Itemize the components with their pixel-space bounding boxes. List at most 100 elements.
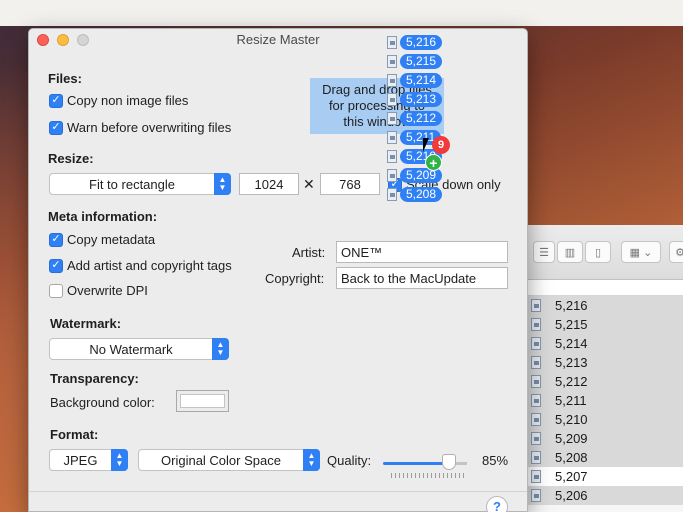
add-artist-label: Add artist and copyright tags — [67, 258, 232, 273]
chevron-updown-icon: ▲ ▼ — [214, 173, 231, 195]
image-file-icon — [387, 111, 397, 125]
quality-slider-knob[interactable] — [442, 454, 456, 470]
copy-non-image-checkbox[interactable]: ✓ Copy non image files — [49, 93, 188, 108]
group-by-icon[interactable]: ▦ ⌄ — [621, 241, 661, 263]
watermark-value: No Watermark — [89, 341, 173, 357]
image-file-icon — [387, 168, 397, 182]
image-file-icon — [531, 394, 541, 407]
warn-overwrite-checkbox[interactable]: ✓ Warn before overwriting files — [49, 120, 231, 135]
finder-row-name: 5,209 — [555, 431, 588, 446]
finder-row[interactable]: 5,214 — [521, 334, 683, 353]
finder-row[interactable]: 5,208 — [521, 448, 683, 467]
artist-field[interactable]: ONE™ — [336, 241, 508, 263]
dragged-file: 5,215 — [387, 53, 443, 69]
image-file-icon — [387, 73, 397, 87]
format-heading: Format: — [50, 427, 99, 442]
image-file-icon — [531, 432, 541, 445]
artist-label: Artist: — [292, 245, 326, 260]
finder-column-header — [521, 280, 683, 296]
dragged-file: 5,208 — [387, 186, 443, 202]
copy-non-image-label: Copy non image files — [67, 93, 189, 108]
image-file-icon — [531, 413, 541, 426]
finder-row-name: 5,215 — [555, 317, 588, 332]
image-file-icon — [531, 318, 541, 331]
image-file-icon — [531, 299, 541, 312]
help-button[interactable]: ? — [486, 496, 508, 512]
drag-count-badge: 9 — [432, 136, 450, 154]
footer-divider — [29, 491, 527, 492]
finder-row-name: 5,212 — [555, 374, 588, 389]
finder-row[interactable]: 5,216 — [521, 296, 683, 315]
copy-metadata-checkbox[interactable]: ✓ Copy metadata — [49, 232, 155, 247]
title-bar[interactable]: Resize Master — [29, 29, 527, 51]
desktop-top-area — [0, 0, 683, 26]
finder-row-name: 5,206 — [555, 488, 588, 503]
dragged-file-name: 5,208 — [400, 186, 443, 202]
finder-row[interactable]: 5,206 — [521, 486, 683, 505]
checkmark-icon: ✓ — [49, 120, 63, 135]
meta-heading: Meta information: — [48, 209, 158, 224]
finder-window: ☰ ▥ ▯ ▦ ⌄ ⚙ 5,216 5,215 5,214 5,213 5,212 5,2… — [520, 225, 683, 512]
zoom-button[interactable] — [77, 34, 89, 46]
image-file-icon — [531, 375, 541, 388]
image-file-icon — [387, 130, 397, 144]
chevron-updown-icon: ▲ ▼ — [212, 338, 229, 360]
chevron-updown-icon: ▲ ▼ — [111, 449, 128, 471]
image-file-icon — [387, 92, 397, 106]
image-file-icon — [387, 54, 397, 68]
color-space-popup[interactable]: Original Color Space ▲ ▼ — [138, 449, 320, 471]
copyright-field[interactable]: Back to the MacUpdate — [336, 267, 508, 289]
width-field[interactable]: 1024 — [239, 173, 299, 195]
finder-row-name: 5,211 — [555, 393, 587, 408]
overwrite-dpi-label: Overwrite DPI — [67, 283, 148, 298]
image-file-icon — [531, 356, 541, 369]
dragged-file-name: 5,213 — [400, 91, 443, 107]
format-popup[interactable]: JPEG ▲ ▼ — [49, 449, 128, 471]
image-file-icon — [531, 337, 541, 350]
warn-overwrite-label: Warn before overwriting files — [67, 120, 232, 135]
finder-row[interactable]: 5,209 — [521, 429, 683, 448]
finder-row-name: 5,208 — [555, 450, 588, 465]
minimize-button[interactable] — [57, 34, 69, 46]
dragged-file-name: 5,216 — [400, 34, 443, 50]
column-view-icon[interactable]: ▥ — [557, 241, 583, 263]
overwrite-dpi-checkbox[interactable]: Overwrite DPI — [49, 283, 148, 298]
finder-row[interactable]: 5,207 — [521, 467, 683, 486]
background-color-label: Background color: — [50, 395, 155, 410]
dragged-file: 5,212 — [387, 110, 443, 126]
color-space-value: Original Color Space — [161, 452, 281, 468]
finder-file-list: 5,216 5,215 5,214 5,213 5,212 5,211 5,210 5,209… — [521, 296, 683, 505]
quality-value: 85% — [482, 453, 509, 468]
finder-row[interactable]: 5,212 — [521, 372, 683, 391]
list-view-icon[interactable]: ☰ — [533, 241, 555, 263]
copy-metadata-label: Copy metadata — [67, 232, 156, 247]
gear-icon[interactable]: ⚙ — [669, 241, 683, 263]
height-field[interactable]: 768 — [320, 173, 380, 195]
finder-row-name: 5,216 — [555, 298, 588, 313]
checkmark-icon: ✓ — [49, 258, 63, 273]
resize-mode-popup[interactable]: Fit to rectangle ▲ ▼ — [49, 173, 231, 195]
image-file-icon — [387, 149, 397, 163]
watermark-popup[interactable]: No Watermark ▲ ▼ — [49, 338, 229, 360]
close-button[interactable] — [37, 34, 49, 46]
finder-row[interactable]: 5,215 — [521, 315, 683, 334]
transparency-heading: Transparency: — [50, 371, 139, 386]
dragged-file-name: 5,212 — [400, 110, 443, 126]
dragged-file-name: 5,215 — [400, 53, 443, 69]
finder-row-name: 5,214 — [555, 336, 588, 351]
finder-row[interactable]: 5,211 — [521, 391, 683, 410]
resize-heading: Resize: — [48, 151, 94, 166]
image-file-icon — [531, 470, 541, 483]
finder-row[interactable]: 5,213 — [521, 353, 683, 372]
dragged-file: 5,216 — [387, 34, 443, 50]
resize-mode-value: Fit to rectangle — [89, 176, 175, 192]
gallery-view-icon[interactable]: ▯ — [585, 241, 611, 263]
watermark-heading: Watermark: — [50, 316, 122, 331]
finder-row[interactable]: 5,210 — [521, 410, 683, 429]
dragged-file-name: 5,214 — [400, 72, 443, 88]
background-color-well[interactable] — [176, 390, 229, 412]
image-file-icon — [387, 187, 397, 201]
add-artist-checkbox[interactable]: ✓ Add artist and copyright tags — [49, 258, 232, 273]
checkbox-empty-icon — [49, 283, 63, 298]
finder-toolbar: ☰ ▥ ▯ ▦ ⌄ ⚙ — [521, 225, 683, 280]
